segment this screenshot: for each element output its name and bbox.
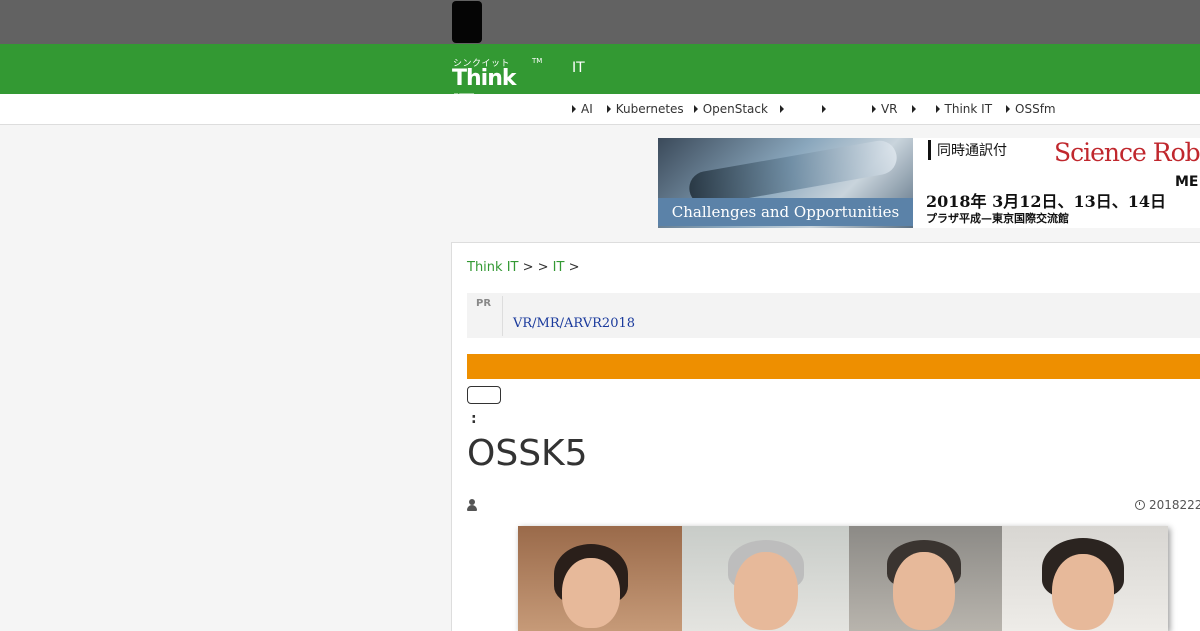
banner-science-robotics: Science Roboti: [1054, 138, 1200, 167]
series-label: :: [471, 411, 477, 427]
user-icon: [467, 499, 477, 511]
site-header: [0, 44, 1200, 94]
top-bar: [0, 0, 1200, 44]
pr-box: PR VR/MR/ARVR2018: [467, 293, 1200, 338]
banner-venue: プラザ平成—東京国際交流館: [926, 212, 1069, 225]
pr-divider: [502, 296, 503, 336]
nav-item-ai[interactable]: AI: [572, 102, 593, 116]
caret-right-icon: [1006, 105, 1011, 113]
nav-item-5[interactable]: [821, 105, 831, 113]
nav-item-7[interactable]: [911, 105, 921, 113]
breadcrumb-sep: >: [537, 260, 553, 275]
nav-item-vr[interactable]: VR: [871, 102, 898, 116]
banner-me-text: ME: [1175, 174, 1199, 190]
photo-panel-2: [682, 526, 849, 631]
banner-caption: Challenges and Opportunities: [658, 198, 913, 226]
nav-item-kubernetes[interactable]: Kubernetes: [606, 102, 684, 116]
article-card: Think IT > > IT > PR VR/MR/ARVR2018 : OS…: [451, 242, 1200, 631]
breadcrumb-it-link[interactable]: IT: [553, 260, 565, 275]
breadcrumb-sep: >: [564, 260, 580, 275]
caret-right-icon: [821, 105, 826, 113]
nav-item-4[interactable]: [779, 105, 789, 113]
caret-right-icon: [779, 105, 784, 113]
banner-interpretation-note: 同時通訳付: [928, 140, 1007, 160]
banner-date: 2018年 3月12日、13日、14日: [926, 192, 1167, 211]
category-tag-button[interactable]: [467, 386, 501, 404]
photo-panel-1: [518, 526, 682, 631]
caret-right-icon: [911, 105, 916, 113]
breadcrumb-sep: >: [518, 260, 538, 275]
site-logo[interactable]: シンクイット Think IT TM: [452, 54, 543, 116]
nav-item-thinkit[interactable]: Think IT: [935, 102, 992, 116]
logo-trademark: TM: [532, 57, 543, 65]
photo-panel-4: [1002, 526, 1168, 631]
publish-date: 2018222: [1135, 498, 1200, 512]
photo-panel-3: [849, 526, 1002, 631]
caret-right-icon: [935, 105, 940, 113]
caret-right-icon: [871, 105, 876, 113]
event-banner-ad[interactable]: Challenges and Opportunities 同時通訳付 Scien…: [658, 138, 1200, 228]
article-photo: [518, 526, 1168, 631]
article-title: OSSK5: [467, 433, 588, 474]
clock-icon: [1135, 500, 1145, 510]
nav-item-ossfm[interactable]: OSSfm: [1006, 102, 1056, 116]
nav-item-openstack[interactable]: OpenStack: [693, 102, 768, 116]
nav-list: AI Kubernetes OpenStack VR Think IT OSSf…: [572, 94, 1056, 124]
caret-right-icon: [693, 105, 698, 113]
pr-label: PR: [476, 298, 492, 309]
top-badge: [452, 1, 482, 43]
category-color-bar: [467, 354, 1200, 379]
breadcrumb-home-link[interactable]: Think IT: [467, 260, 518, 275]
category-navbar: AI Kubernetes OpenStack VR Think IT OSSf…: [0, 94, 1200, 125]
pr-link[interactable]: VR/MR/ARVR2018: [513, 316, 635, 331]
caret-right-icon: [606, 105, 611, 113]
publish-date-text: 2018222: [1149, 498, 1200, 512]
caret-right-icon: [572, 105, 576, 113]
header-title: IT: [572, 60, 585, 76]
breadcrumb: Think IT > > IT >: [467, 260, 579, 275]
